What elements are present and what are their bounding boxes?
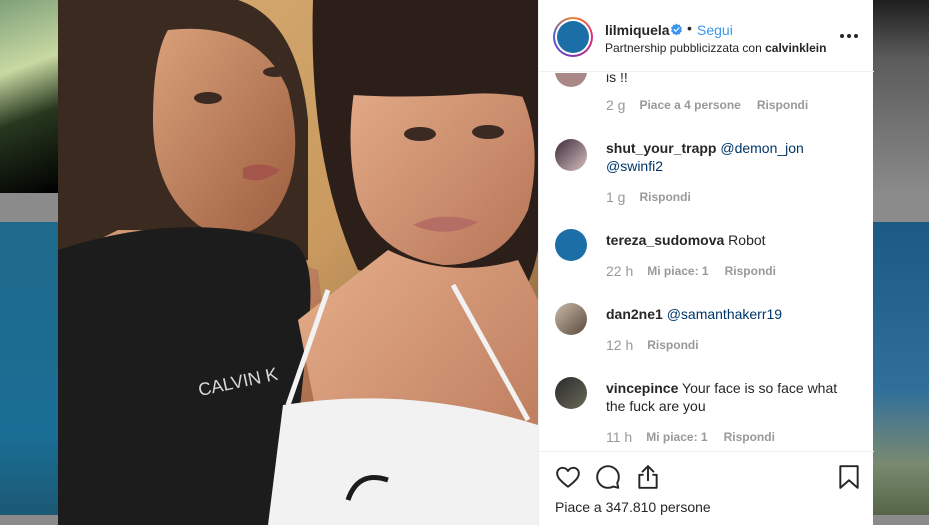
comment-likes[interactable]: Mi piace: 1: [646, 430, 707, 444]
comment-time[interactable]: 1 g: [606, 189, 625, 205]
author-username[interactable]: lilmiquela: [605, 22, 670, 38]
author-avatar[interactable]: [553, 17, 593, 57]
commenter-username[interactable]: tereza_sudomova: [606, 232, 724, 248]
share-icon[interactable]: [635, 464, 661, 490]
comment-time[interactable]: 2 g: [606, 97, 625, 113]
post-photo-illustration: CALVIN K: [58, 0, 538, 525]
partner-link[interactable]: calvinklein: [765, 41, 826, 55]
post-panel: lilmiquela • Segui Partnership pubbliciz…: [538, 0, 874, 525]
post-actions: Piace a 347.810 persone: [539, 451, 874, 525]
verified-badge-icon: [671, 23, 682, 36]
commenter-avatar[interactable]: [555, 139, 587, 171]
comment-time[interactable]: 11 h: [606, 429, 632, 445]
partnership-prefix: Partnership pubblicizzata con: [605, 41, 762, 55]
commenter-username[interactable]: dan2ne1: [606, 306, 663, 322]
feed-thumbnail-left-bottom[interactable]: [0, 222, 58, 525]
commenter-username[interactable]: shut_your_trapp: [606, 140, 716, 156]
comment-time[interactable]: 12 h: [606, 337, 633, 353]
commenter-avatar[interactable]: [555, 73, 587, 87]
comment-icon[interactable]: [595, 464, 621, 490]
reply-button[interactable]: Rispondi: [724, 430, 775, 444]
reply-button[interactable]: Rispondi: [647, 338, 698, 352]
bookmark-icon[interactable]: [836, 464, 862, 490]
heart-icon[interactable]: [555, 464, 581, 490]
commenter-username[interactable]: vincepince: [606, 380, 678, 396]
comment-meta: 12 h Rispondi: [606, 337, 699, 353]
reply-button[interactable]: Rispondi: [639, 190, 690, 204]
comment-body: Robot: [728, 232, 766, 248]
comment-mention[interactable]: @samanthakerr19: [667, 306, 782, 322]
commenter-avatar[interactable]: [555, 229, 587, 261]
feed-thumbnail-right-bottom[interactable]: [873, 222, 929, 525]
post-header: lilmiquela • Segui Partnership pubbliciz…: [539, 0, 874, 72]
comment-meta: 11 h Mi piace: 1 Rispondi: [606, 429, 775, 445]
follow-button[interactable]: Segui: [697, 22, 733, 38]
comment-meta: 2 g Piace a 4 persone Rispondi: [606, 97, 808, 113]
comment-text: vincepince Your face is so face what the…: [606, 379, 851, 415]
more-options-icon[interactable]: [839, 26, 859, 46]
likes-count[interactable]: Piace a 347.810 persone: [555, 499, 711, 515]
comment-text: dan2ne1 @samanthakerr19: [606, 305, 851, 323]
post-photo[interactable]: CALVIN K: [58, 0, 538, 525]
comment-text: shut_your_trapp @demon_jon @swinfi2: [606, 139, 851, 175]
comment-text: is !!: [606, 73, 851, 86]
paid-partnership-line: Partnership pubblicizzata con calvinklei…: [605, 41, 826, 55]
comments-list[interactable]: is !! 2 g Piace a 4 persone Rispondi shu…: [539, 73, 874, 450]
commenter-avatar[interactable]: [555, 377, 587, 409]
header-separator: •: [687, 20, 692, 36]
commenter-avatar[interactable]: [555, 303, 587, 335]
feed-thumbnail-right-top[interactable]: [873, 0, 929, 193]
feed-thumbnail-left-top[interactable]: [0, 0, 58, 193]
comment-time[interactable]: 22 h: [606, 263, 633, 279]
comment-meta: 22 h Mi piace: 1 Rispondi: [606, 263, 776, 279]
comment-likes[interactable]: Mi piace: 1: [647, 264, 708, 278]
comment-likes[interactable]: Piace a 4 persone: [639, 98, 740, 112]
reply-button[interactable]: Rispondi: [725, 264, 776, 278]
comment-text: tereza_sudomova Robot: [606, 231, 851, 249]
comment-body: is !!: [606, 73, 628, 85]
reply-button[interactable]: Rispondi: [757, 98, 808, 112]
comment-meta: 1 g Rispondi: [606, 189, 691, 205]
